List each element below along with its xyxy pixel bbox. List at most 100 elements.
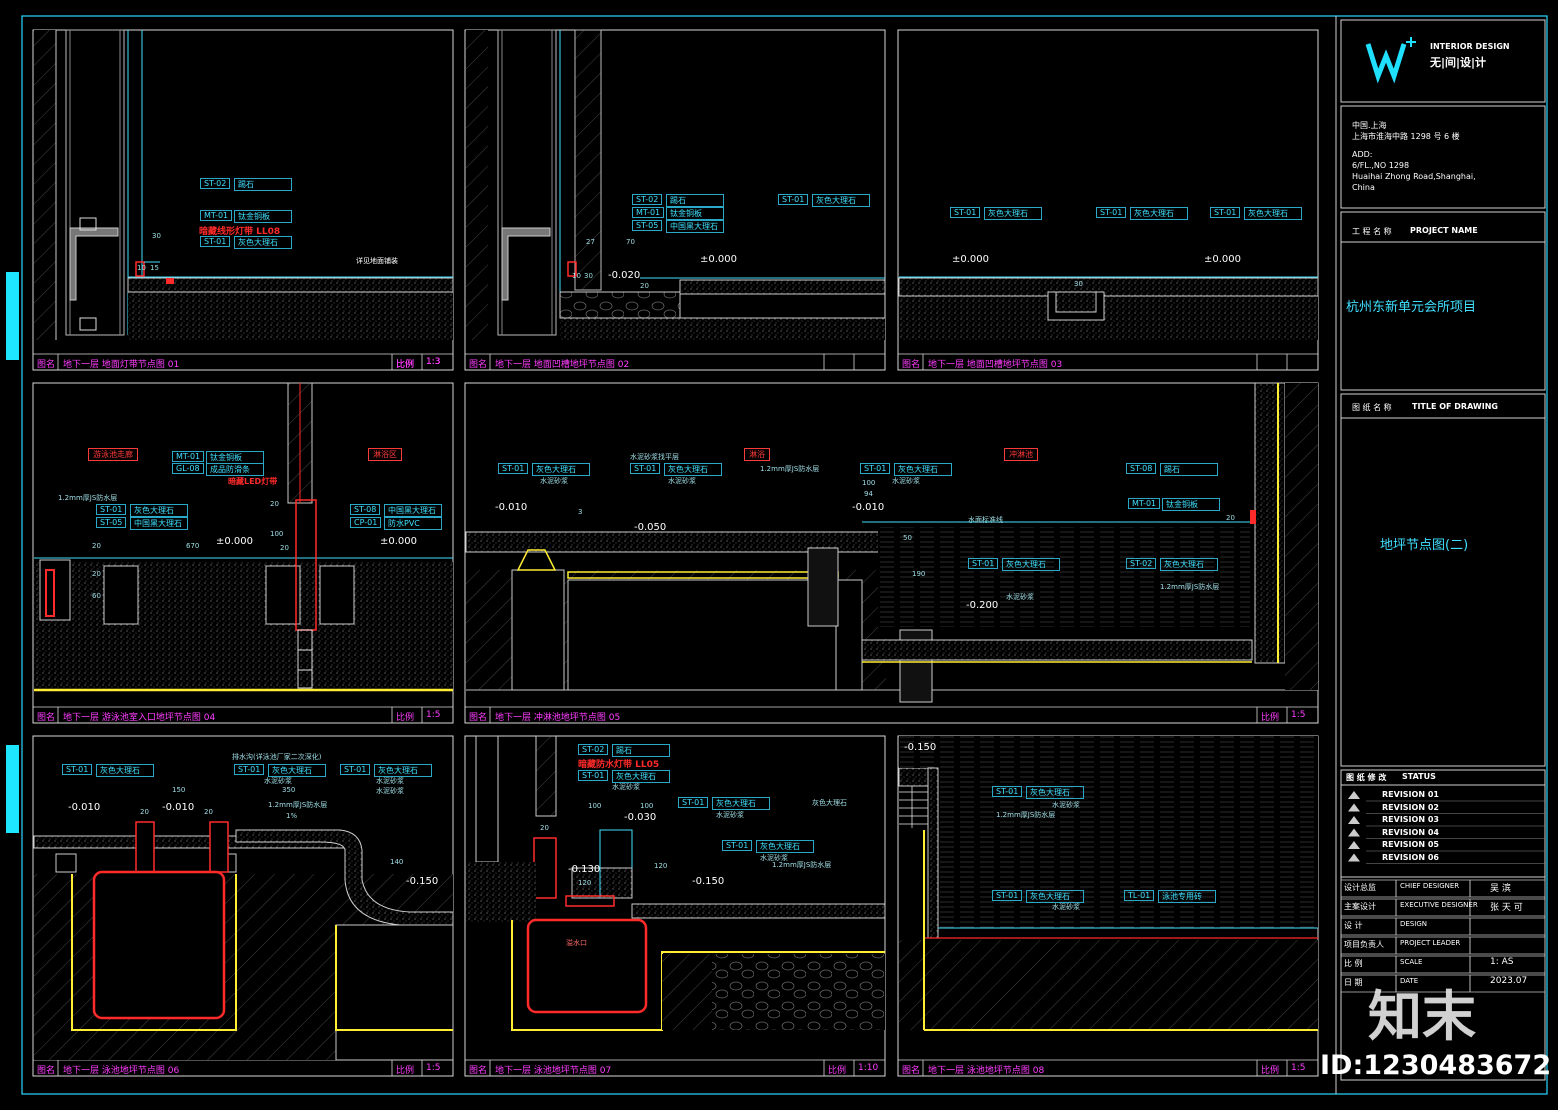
p8-tag-2-desc: 灰色大理石 [1026,890,1084,903]
p7-note-6: 溢水口 [566,939,587,947]
p1-dim-3: 15 [150,264,159,272]
revision-1-triangle-icon [1348,791,1360,799]
revisions-label-en: STATUS [1402,772,1436,781]
p7-note-1: 水泥砂浆 [612,783,640,791]
p3-tag-1-code: ST-01 [950,207,981,218]
panel-3-name-label: 图名 [902,360,921,370]
panel-3-scale: 1:3 [426,357,441,367]
panel-5-graphics [465,382,1318,703]
p6-level-3: -0.150 [406,876,439,887]
p6-tag-2-code: ST-01 [234,764,265,775]
p4-dim-5: 20 [270,500,279,508]
p2-tag-3-desc: 中国黑大理石 [666,220,724,233]
p1-tag-3-code: ST-01 [200,236,231,247]
cad-drawing [6,15,1548,1095]
p5-dim-1: 3 [578,508,583,516]
p6-level-2: -0.010 [162,802,195,813]
p2-level-1: ±0.000 [700,254,738,265]
p4-tag-4-desc: 中国黑大理石 [130,517,188,530]
address-en2: 6/FL.,NO 1298 [1352,161,1410,170]
p4-tag-4-code: ST-05 [96,517,127,528]
panel-3-scale-label: 比例 [396,360,415,370]
p4-dim-7: 20 [92,570,101,578]
p1-tag-1-code: ST-02 [200,178,231,189]
p7-tag-1-desc: 踢石 [612,744,670,757]
p7-level-2: -0.130 [568,864,601,875]
p4-tag-2-desc: 成品防滑条 [206,463,264,476]
p2-tag-3-code: ST-05 [632,220,663,231]
p8-tag-3-code: TL-01 [1124,890,1155,901]
p4-tag-5-desc: 中国黑大理石 [384,504,442,517]
panel-2-name-label: 图名 [469,360,488,370]
p7-dim-5: 120 [654,862,668,870]
drawing-title-label-cn: 图 纸 名 称 [1352,403,1392,412]
p5-area-2: 冲淋池 [1004,448,1038,461]
p4-tag-3-code: ST-01 [96,504,127,515]
p4-dim-2: 670 [186,542,200,550]
p5-tag-3-desc: 灰色大理石 [894,463,952,476]
sign-row-4-cn: 项目负责人 [1344,940,1384,949]
p8-tag-3-desc: 泳池专用砖 [1158,890,1216,903]
p4-area-2: 淋浴区 [368,448,402,461]
revision-6-triangle-icon [1348,853,1360,862]
panel-8-scale: 1:5 [1291,1063,1306,1073]
sign-row-1-cn: 设计总监 [1344,883,1376,892]
p8-tag-1-code: ST-01 [992,786,1023,797]
p8-note-2: 1.2mm厚JS防水层 [996,811,1056,819]
p5-note-6: 水面标准线 [968,516,1003,524]
p1-tag-2-code: MT-01 [200,210,233,221]
panel-3-graphics [898,276,1319,340]
p7-dim-1: 100 [588,802,602,810]
sign-row-2-value: 张 天 可 [1490,903,1523,913]
p7-tag-3-desc: 灰色大理石 [712,797,770,810]
p1-dim-2: 10 [137,264,146,272]
project-label-en: PROJECT NAME [1410,226,1478,235]
p1-tag-3-desc: 灰色大理石 [234,236,292,249]
p6-note-3: 水泥砂浆 [264,777,292,785]
panel-1-name-label: 图名 [37,360,56,370]
drawing-title-label-en: TITLE OF DRAWING [1412,402,1498,411]
address-en1: ADD: [1352,150,1373,159]
p2-dim-4: 30 [584,272,593,280]
p5-level-3: -0.010 [852,502,885,513]
p7-level-3: -0.150 [692,876,725,887]
p4-tag-1-code: MT-01 [172,451,205,462]
p5-level-1: -0.010 [495,502,528,513]
p8-note-1: 水泥砂浆 [1052,801,1080,809]
sign-row-3-frame [1340,917,1546,936]
p6-level-1: -0.010 [68,802,101,813]
sign-row-5-frame [1340,955,1546,974]
watermark-id: ID:1230483672 [1320,1050,1552,1081]
p5-tag-6-desc: 灰色大理石 [1002,558,1060,571]
revision-6: REVISION 06 [1382,852,1439,862]
p6-tag-3-desc: 灰色大理石 [374,764,432,777]
p1-note: 详见地面铺装 [356,257,398,265]
p5-tag-2-desc: 灰色大理石 [664,463,722,476]
sign-row-5-value: 1: AS [1490,957,1514,967]
brand-cn: 无|间|设|计 [1430,56,1487,69]
project-label-cn: 工 程 名 称 [1352,227,1392,236]
panel-4-scale-label: 比例 [396,713,415,723]
p2-tag-1-code: ST-02 [632,194,663,205]
sign-row-1-value: 吴 滨 [1490,884,1511,894]
revision-5: REVISION 05 [1382,840,1439,849]
drawing-sheet: INTERIOR DESIGN 无|间|设|计 中国.上海 上海市淮海中路 12… [0,0,1558,1106]
panel-7-title: 地下一层 泳池地坪节点图 07 [495,1066,612,1076]
panel-7-name-label: 图名 [469,1066,488,1076]
panel-8-name-label: 图名 [902,1066,921,1076]
p4-note: 1.2mm厚JS防水层 [58,494,118,502]
sign-row-5-cn: 比 例 [1344,959,1363,968]
p5-tag-3-code: ST-01 [860,463,891,474]
p4-level-2: ±0.000 [380,536,418,547]
p4-tag-5-code: ST-08 [350,504,381,515]
p4-level-1: ±0.000 [216,536,254,547]
p4-tag-6-desc: 防水PVC [384,517,442,530]
p4-dim-6: 60 [92,592,101,600]
p6-dim-2: 20 [140,808,149,816]
revision-3-triangle-icon [1348,816,1360,824]
panel-5-name-label: 图名 [469,713,488,723]
panel-2-graphics [466,29,886,340]
panel-8-graphics [898,736,1318,1031]
p5-note-1: 水泥砂浆 [540,477,568,485]
p5-dim-4: 50 [903,534,912,542]
